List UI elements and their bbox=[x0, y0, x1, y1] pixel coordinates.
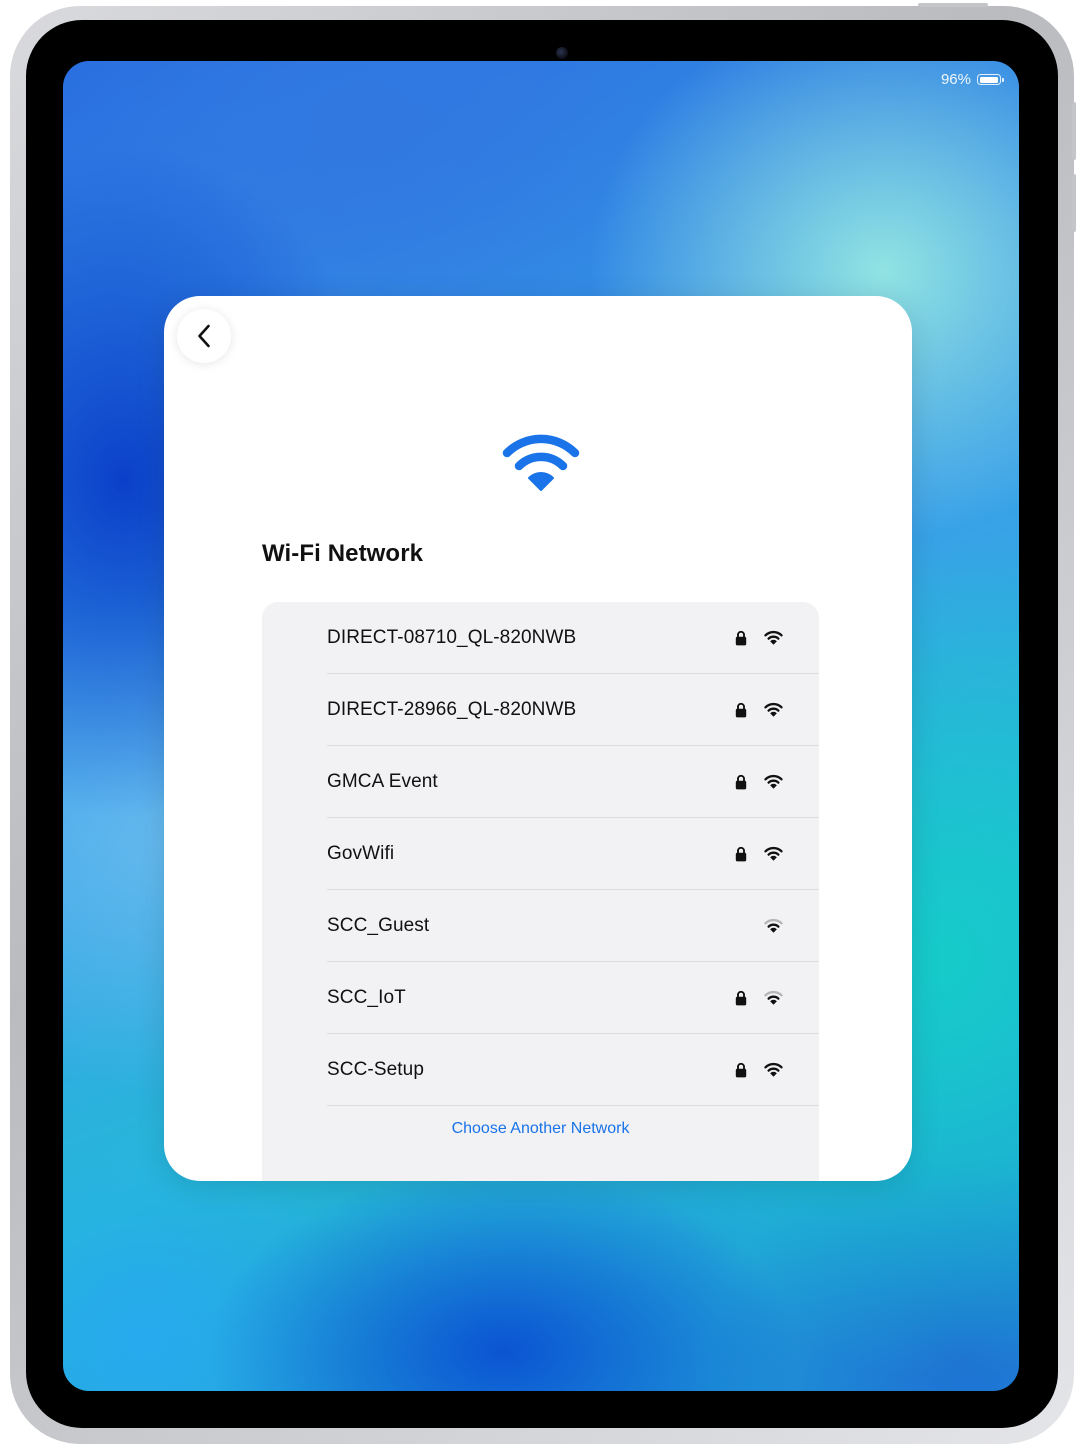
battery-nub bbox=[1002, 77, 1004, 82]
lock-icon bbox=[735, 990, 747, 1006]
network-name: GMCA Event bbox=[327, 770, 438, 792]
chevron-left-icon bbox=[198, 324, 210, 348]
wifi-icon bbox=[502, 434, 580, 491]
status-bar: 96% bbox=[940, 71, 1004, 88]
top-button bbox=[918, 3, 988, 7]
network-row[interactable]: SCC_IoT bbox=[327, 962, 819, 1034]
wifi-signal-icon bbox=[764, 702, 783, 717]
wifi-signal-icon bbox=[764, 918, 783, 933]
network-row[interactable]: GovWifi bbox=[327, 818, 819, 890]
network-name: GovWifi bbox=[327, 842, 395, 864]
volume-down-button bbox=[1072, 174, 1076, 232]
network-name: DIRECT-08710_QL-820NWB bbox=[327, 626, 577, 648]
choose-another-network-link[interactable]: Choose Another Network bbox=[262, 1120, 819, 1138]
network-row[interactable]: DIRECT-08710_QL-820NWB bbox=[327, 602, 819, 674]
lock-icon bbox=[735, 1062, 747, 1078]
back-button[interactable] bbox=[177, 309, 231, 363]
lock-icon bbox=[735, 702, 747, 718]
network-name: DIRECT-28966_QL-820NWB bbox=[327, 698, 577, 720]
battery-icon bbox=[977, 74, 1004, 85]
page-title: Wi-Fi Network bbox=[262, 540, 424, 567]
network-row[interactable]: DIRECT-28966_QL-820NWB bbox=[327, 674, 819, 746]
lock-icon bbox=[735, 774, 747, 790]
lock-icon bbox=[735, 846, 747, 862]
volume-up-button bbox=[1072, 102, 1076, 160]
wifi-signal-icon bbox=[764, 630, 783, 645]
wifi-signal-icon bbox=[764, 990, 783, 1005]
battery-fill bbox=[979, 76, 998, 83]
battery-percent: 96% bbox=[940, 71, 971, 88]
network-name: SCC_Guest bbox=[327, 914, 430, 936]
wifi-setup-sheet: Wi-Fi Network DIRECT-08710_QL-820NWB DIRE… bbox=[164, 296, 912, 1181]
network-row[interactable]: GMCA Event bbox=[327, 746, 819, 818]
front-camera bbox=[556, 47, 568, 59]
network-name: SCC_IoT bbox=[327, 986, 406, 1008]
wifi-signal-icon bbox=[764, 846, 783, 861]
network-row[interactable]: SCC-Setup bbox=[327, 1034, 819, 1106]
wifi-signal-icon bbox=[764, 774, 783, 789]
network-row[interactable]: SCC_Guest bbox=[327, 890, 819, 962]
lock-icon bbox=[735, 630, 747, 646]
network-name: SCC-Setup bbox=[327, 1058, 424, 1080]
network-list: DIRECT-08710_QL-820NWB DIRECT-28966_QL-82… bbox=[262, 602, 819, 1181]
wifi-signal-icon bbox=[764, 1062, 783, 1077]
